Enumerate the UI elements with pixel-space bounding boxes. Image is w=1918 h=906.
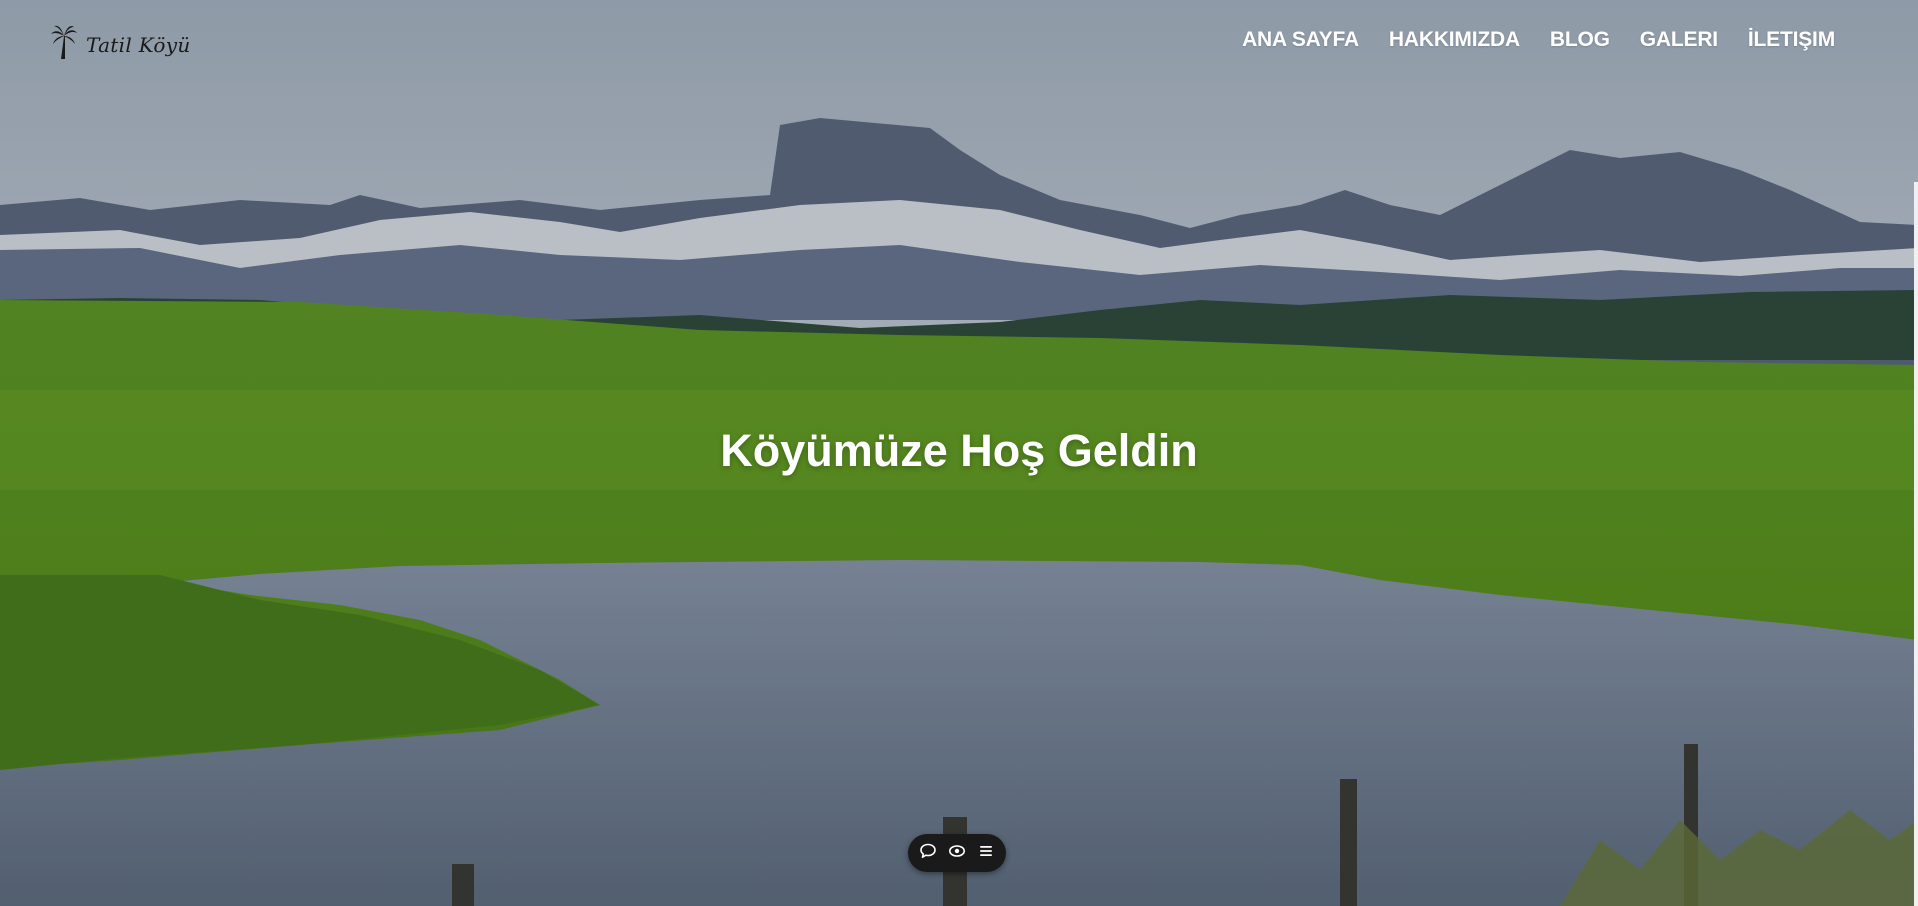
nav-item-gallery[interactable]: GALERI [1640,28,1718,52]
nav-item-about[interactable]: HAKKIMIZDA [1389,28,1520,52]
eye-icon [948,842,966,865]
scrollbar-track[interactable] [1914,182,1918,906]
main-nav: ANA SAYFA HAKKIMIZDA BLOG GALERI İLETIŞI… [1242,28,1835,52]
comment-icon [919,842,937,865]
menu-icon [977,842,995,865]
site-logo[interactable]: Tatil Köyü [50,24,191,65]
nav-item-blog[interactable]: BLOG [1550,28,1610,52]
nav-item-contact[interactable]: İLETIŞIM [1748,28,1835,52]
view-button[interactable] [945,841,969,865]
palm-tree-icon [50,24,78,65]
hero-title: Köyümüze Hoş Geldin [720,425,1198,476]
menu-button[interactable] [974,841,998,865]
nav-item-home[interactable]: ANA SAYFA [1242,28,1359,52]
comment-button[interactable] [916,841,940,865]
logo-text: Tatil Köyü [86,32,191,57]
floating-toolbar [908,834,1006,872]
